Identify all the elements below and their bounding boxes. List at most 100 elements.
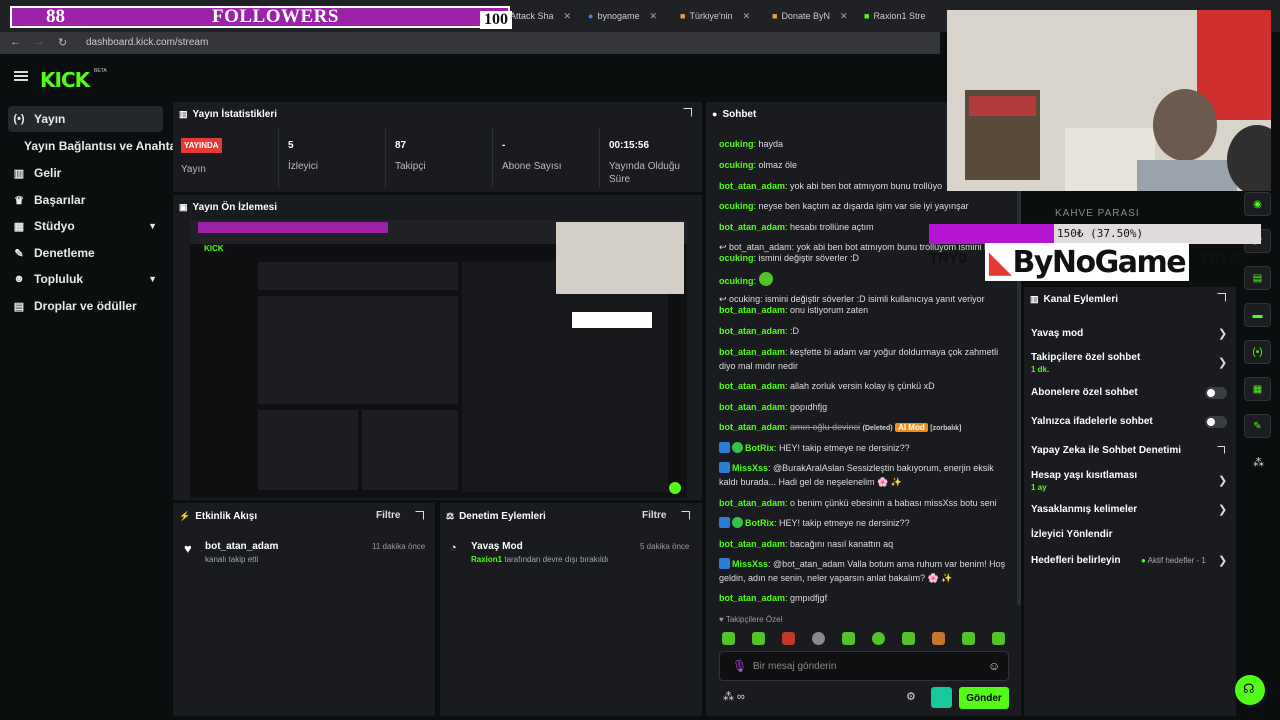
- help-button[interactable]: ☊: [1235, 675, 1265, 705]
- slow-mode-icon: ◔: [450, 542, 457, 554]
- points-icon[interactable]: ⁂ ∞: [723, 690, 745, 703]
- moderator-name[interactable]: Raxion1: [471, 555, 502, 564]
- browser-tab[interactable]: ■ Donate ByN ✕: [772, 6, 848, 26]
- chat-username[interactable]: ocuking: [719, 276, 754, 286]
- toolbar-layout-icon[interactable]: ▦: [1244, 377, 1271, 401]
- emote-icon[interactable]: [902, 632, 915, 645]
- chevron-right-icon[interactable]: ❯: [1218, 474, 1227, 487]
- toolbar-dots-icon[interactable]: ⁂: [1253, 456, 1264, 469]
- toolbar-camera-icon[interactable]: ◉: [1244, 192, 1271, 216]
- chat-username[interactable]: bot_atan_adam: [719, 181, 785, 191]
- address-bar: ← → ↻ dashboard.kick.com/stream: [0, 32, 940, 54]
- emote-icon[interactable]: [932, 632, 945, 645]
- chat-username[interactable]: BotRix: [745, 443, 774, 453]
- chat-username[interactable]: MissXss: [732, 559, 768, 569]
- browser-tab[interactable]: ● bynogame ✕: [588, 6, 657, 26]
- back-icon[interactable]: ←: [10, 36, 21, 48]
- chat-username[interactable]: ocuking: [719, 139, 754, 149]
- send-button[interactable]: Gönder: [959, 687, 1009, 709]
- close-icon[interactable]: ✕: [564, 11, 572, 22]
- chat-username[interactable]: ocuking: [719, 160, 754, 170]
- chat-username[interactable]: bot_atan_adam: [719, 498, 785, 508]
- sidebar-item-label: Yayın: [34, 112, 66, 126]
- chevron-right-icon[interactable]: ❯: [1218, 327, 1227, 340]
- emotes-only-toggle[interactable]: [1205, 416, 1227, 428]
- sidebar-item-studyo[interactable]: ▦ Stüdyo ▼: [8, 213, 163, 239]
- setting-banned-words[interactable]: Yasaklanmış kelimeler: [1031, 504, 1137, 515]
- popout-icon[interactable]: [681, 511, 690, 520]
- close-icon[interactable]: ✕: [840, 11, 848, 22]
- setting-slow-mode[interactable]: Yavaş mod: [1031, 328, 1083, 339]
- emote-icon[interactable]: [782, 632, 795, 645]
- setting-raid[interactable]: İzleyici Yönlendir: [1031, 529, 1113, 540]
- chat-username[interactable]: bot_atan_adam: [719, 539, 785, 549]
- setting-followers-only[interactable]: Takipçilere özel sohbet 1 dk.: [1031, 352, 1140, 374]
- chat-username[interactable]: bot_atan_adam: [719, 222, 785, 232]
- emote-icon[interactable]: [992, 632, 1005, 645]
- forward-icon[interactable]: →: [34, 36, 45, 48]
- external-link-icon[interactable]: [1217, 446, 1225, 454]
- chat-username[interactable]: ocuking: [719, 253, 754, 263]
- sidebar-item-topluluk[interactable]: ☻ Topluluk ▼: [8, 266, 163, 292]
- emote-icon[interactable]: [842, 632, 855, 645]
- chat-username[interactable]: bot_atan_adam: [719, 347, 785, 357]
- kick-logo[interactable]: KICK: [40, 68, 90, 92]
- chat-username[interactable]: MissXss: [732, 463, 768, 473]
- emote-icon[interactable]: [812, 632, 825, 645]
- stream-preview-video[interactable]: KICK: [190, 220, 687, 498]
- followers-only-label: ♥ Takipçilere Özel: [719, 615, 783, 624]
- close-icon[interactable]: ✕: [743, 11, 751, 22]
- popout-icon[interactable]: [415, 511, 424, 520]
- toolbar-chat-icon[interactable]: ▬: [1244, 303, 1271, 327]
- popout-icon[interactable]: [1217, 293, 1226, 302]
- webcam-overlay: [947, 10, 1271, 191]
- chat-username[interactable]: bot_atan_adam: [719, 305, 785, 315]
- moderation-filter-button[interactable]: Filtre: [642, 510, 666, 521]
- toolbar-wrench-icon[interactable]: ✎: [1244, 414, 1271, 438]
- browser-tab[interactable]: ■ Raxion1 Stre: [864, 6, 925, 26]
- shortcut-icon[interactable]: [931, 687, 952, 708]
- reload-icon[interactable]: ↻: [58, 36, 67, 49]
- sidebar-item-droplar[interactable]: ▤ Droplar ve ödüller: [8, 293, 163, 319]
- toolbar-broadcast-icon[interactable]: (•): [1244, 340, 1271, 364]
- chat-message-deleted: bot_atan_adam: amın oğlu devinci (Delete…: [719, 422, 962, 432]
- sidebar-item-gelir[interactable]: ▥ Gelir: [8, 160, 163, 186]
- chat-username[interactable]: bot_atan_adam: [719, 422, 785, 432]
- sidebar-item-label: Topluluk: [34, 272, 84, 286]
- chat-username[interactable]: ocuking: [719, 201, 754, 211]
- setting-ai-moderation[interactable]: Yapay Zeka ile Sohbet Denetimi: [1031, 445, 1181, 456]
- sidebar-item-stream-key[interactable]: Yayın Bağlantısı ve Anahtarı: [24, 133, 184, 159]
- chat-scrollbar[interactable]: [1017, 125, 1021, 605]
- chevron-right-icon[interactable]: ❯: [1218, 356, 1227, 369]
- setting-account-age[interactable]: Hesap yaşı kısıtlaması 1 ay: [1031, 470, 1137, 492]
- gear-icon[interactable]: ⚙: [906, 690, 916, 703]
- chat-username[interactable]: BotRix: [745, 518, 774, 528]
- chat-username[interactable]: bot_atan_adam: [719, 381, 785, 391]
- microphone-icon[interactable]: 🎙: [732, 659, 747, 673]
- chat-username[interactable]: bot_atan_adam: [719, 402, 785, 412]
- chevron-right-icon[interactable]: ❯: [1218, 554, 1227, 567]
- emote-icon[interactable]: [872, 632, 885, 645]
- setting-goals[interactable]: Hedefleri belirleyin: [1031, 555, 1120, 566]
- activity-filter-button[interactable]: Filtre: [376, 510, 400, 521]
- emoji-icon[interactable]: ☺: [988, 659, 1000, 673]
- chevron-right-icon[interactable]: ❯: [1218, 503, 1227, 516]
- sidebar-item-yayin[interactable]: (•) Yayın: [8, 106, 163, 132]
- emote-icon[interactable]: [722, 632, 735, 645]
- toolbar-document-icon[interactable]: ▤: [1244, 266, 1271, 290]
- browser-tab[interactable]: Attack Sha ✕: [510, 6, 571, 26]
- subs-only-toggle[interactable]: [1205, 387, 1227, 399]
- close-icon[interactable]: ✕: [649, 11, 657, 22]
- activity-user[interactable]: bot_atan_adam: [205, 541, 278, 552]
- chat-input[interactable]: 🎙 Bir mesaj gönderin ☺: [719, 651, 1009, 681]
- sidebar-item-denetleme[interactable]: ✎ Denetleme: [8, 240, 163, 266]
- emote-icon[interactable]: [962, 632, 975, 645]
- browser-tab[interactable]: ■ Türkiye'nin ✕: [680, 6, 750, 26]
- chat-username[interactable]: bot_atan_adam: [719, 593, 785, 603]
- popout-icon[interactable]: [683, 108, 692, 117]
- sidebar-item-basarilar[interactable]: ♛ Başarılar: [8, 187, 163, 213]
- chat-username[interactable]: bot_atan_adam: [719, 326, 785, 336]
- hamburger-menu-icon[interactable]: [14, 71, 28, 81]
- url-field[interactable]: dashboard.kick.com/stream: [86, 37, 208, 48]
- emote-icon[interactable]: [752, 632, 765, 645]
